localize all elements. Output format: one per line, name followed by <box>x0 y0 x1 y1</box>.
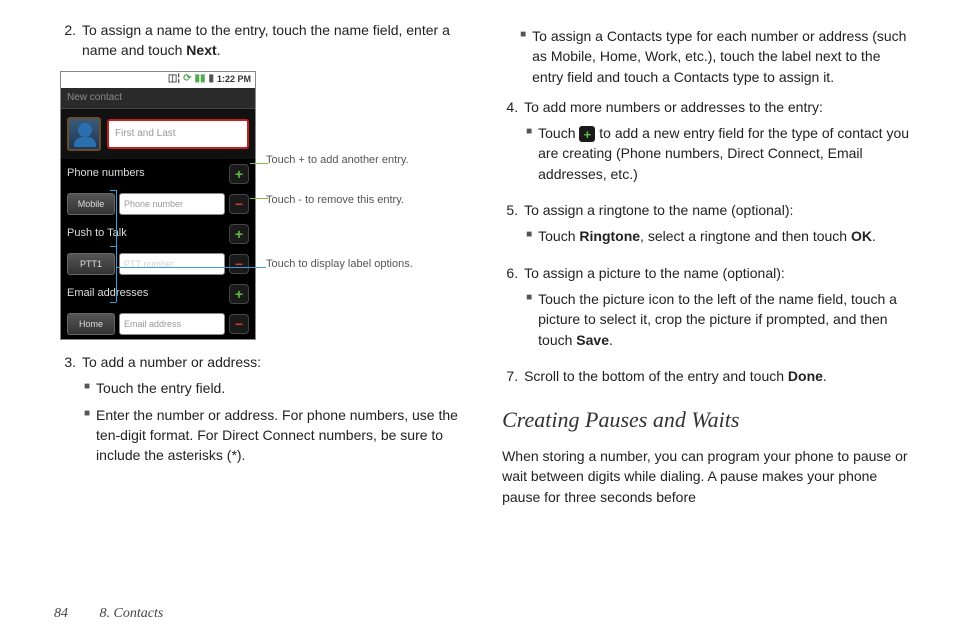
add-ptt-icon[interactable]: + <box>229 224 249 244</box>
step4-sub1: ■ Touch + to add a new entry field for t… <box>526 123 914 184</box>
pauses-intro-paragraph: When storing a number, you can program y… <box>502 446 914 507</box>
ptt-label-button[interactable]: PTT1 <box>67 253 115 275</box>
bullet-icon: ■ <box>84 405 90 466</box>
section-heading: Creating Pauses and Waits <box>502 404 914 436</box>
step-text: To assign a picture to the name (optiona… <box>524 263 914 356</box>
email-entry-row: Home Email address − <box>61 309 255 339</box>
inline-add-icon: + <box>579 126 595 142</box>
bullet-icon: ■ <box>526 123 532 184</box>
device-frame: ◫¦ ⟳ ▮▮ ▮ 1:22 PM New contact First and … <box>60 71 256 341</box>
section-push-to-talk: Push to Talk + <box>61 219 255 249</box>
screenshot-callouts: Touch + to add another entry. Touch - to… <box>266 71 416 341</box>
page-number: 84 <box>54 606 68 621</box>
bullet-icon: ■ <box>84 378 90 398</box>
step3-sub1: ■ Touch the entry field. <box>84 378 462 398</box>
step3-sub2: ■ Enter the number or address. For phone… <box>84 405 462 466</box>
step-text: To add a number or address: ■ Touch the … <box>82 352 462 471</box>
contacts-type-sub: ■ To assign a Contacts type for each num… <box>520 26 914 87</box>
step6-sub1: ■ Touch the picture icon to the left of … <box>526 289 914 350</box>
section-phone-numbers: Phone numbers + <box>61 159 255 189</box>
vibrate-icon: ◫¦ <box>168 72 180 87</box>
step-text: To assign a ringtone to the name (option… <box>524 200 914 253</box>
email-input[interactable]: Email address <box>119 313 225 335</box>
callout-add: Touch + to add another entry. <box>266 153 416 167</box>
remove-ptt-icon[interactable]: − <box>229 254 249 274</box>
step-number: 5. <box>502 200 518 253</box>
step-text: To add more numbers or addresses to the … <box>524 97 914 190</box>
bullet-icon: ■ <box>526 289 532 350</box>
email-label-button[interactable]: Home <box>67 313 115 335</box>
clock: 1:22 PM <box>217 73 251 86</box>
step-text: To assign a name to the entry, touch the… <box>82 20 462 61</box>
step-4: 4. To add more numbers or addresses to t… <box>502 97 914 190</box>
contact-picture-icon[interactable] <box>67 117 101 151</box>
add-phone-icon[interactable]: + <box>229 164 249 184</box>
step-text: Scroll to the bottom of the entry and to… <box>524 366 914 386</box>
callout-remove: Touch - to remove this entry. <box>266 193 416 207</box>
remove-phone-icon[interactable]: − <box>229 194 249 214</box>
signal-icon: ▮▮ <box>194 72 205 87</box>
step-number: 3. <box>60 352 76 471</box>
ptt-entry-row: PTT1 PTT number − <box>61 249 255 279</box>
bullet-icon: ■ <box>520 26 526 87</box>
phone-number-input[interactable]: Phone number <box>119 193 225 215</box>
name-field-row: First and Last <box>61 109 255 159</box>
step-7: 7. Scroll to the bottom of the entry and… <box>502 366 914 386</box>
remove-email-icon[interactable]: − <box>229 314 249 334</box>
callout-label: Touch to display label options. <box>266 257 416 271</box>
phone-entry-row: Mobile Phone number − <box>61 189 255 219</box>
step-2: 2. To assign a name to the entry, touch … <box>60 20 462 61</box>
battery-icon: ▮ <box>208 72 214 87</box>
add-email-icon[interactable]: + <box>229 284 249 304</box>
step5-sub1: ■ Touch Ringtone, select a ringtone and … <box>526 226 914 246</box>
bullet-icon: ■ <box>526 226 532 246</box>
name-input[interactable]: First and Last <box>107 119 249 149</box>
screen-title: New contact <box>61 88 255 110</box>
page-footer: 84 8. Contacts <box>54 606 163 622</box>
status-bar: ◫¦ ⟳ ▮▮ ▮ 1:22 PM <box>61 72 255 88</box>
step-3: 3. To add a number or address: ■ Touch t… <box>60 352 462 471</box>
step-number: 4. <box>502 97 518 190</box>
step-6: 6. To assign a picture to the name (opti… <box>502 263 914 356</box>
step-5: 5. To assign a ringtone to the name (opt… <box>502 200 914 253</box>
step-number: 6. <box>502 263 518 356</box>
sync-icon: ⟳ <box>183 72 191 87</box>
chapter-label: 8. Contacts <box>100 606 164 621</box>
step-number: 7. <box>502 366 518 386</box>
ptt-number-input[interactable]: PTT number <box>119 253 225 275</box>
phone-label-button[interactable]: Mobile <box>67 193 115 215</box>
step-number: 2. <box>60 20 76 61</box>
section-email: Email addresses + <box>61 279 255 309</box>
screenshot-contact-editor: ◫¦ ⟳ ▮▮ ▮ 1:22 PM New contact First and … <box>60 71 462 341</box>
